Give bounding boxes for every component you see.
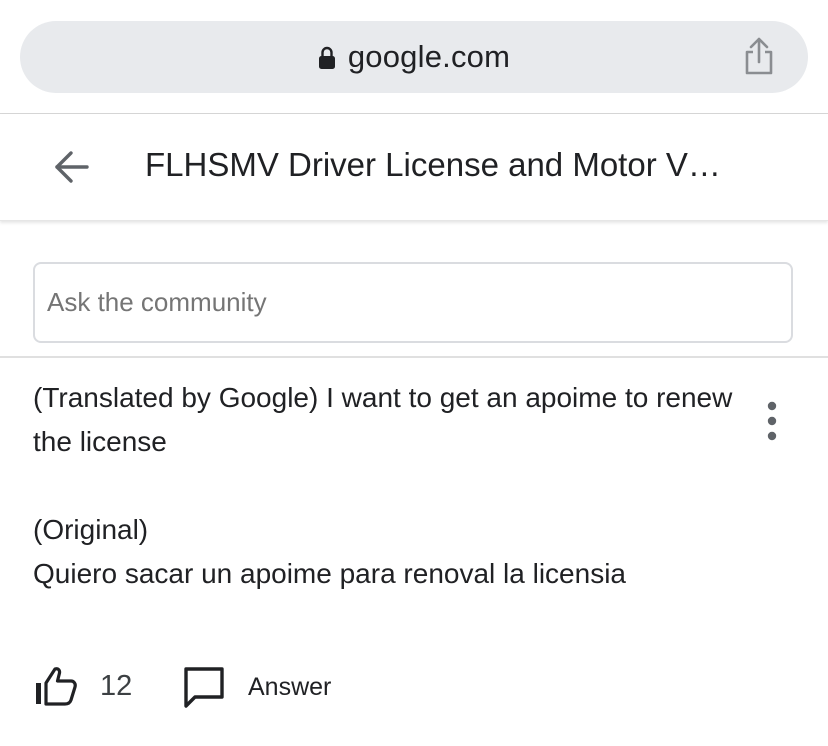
ask-community-input[interactable]: [33, 262, 793, 343]
answer-button[interactable]: Answer: [248, 673, 331, 702]
like-count: 12: [100, 670, 133, 702]
translated-text: (Translated by Google) I want to get an …: [33, 382, 733, 457]
share-icon[interactable]: [742, 36, 776, 76]
thumb-up-icon[interactable]: [34, 666, 78, 706]
more-vert-icon[interactable]: [758, 400, 786, 442]
section-divider: [0, 356, 828, 358]
question-post: (Translated by Google) I want to get an …: [33, 376, 733, 596]
original-text: Quiero sacar un apoime para renoval la l…: [33, 558, 626, 589]
arrow-left-icon[interactable]: [52, 149, 90, 185]
page-header: FLHSMV Driver License and Motor V…: [0, 114, 828, 221]
comment-icon[interactable]: [183, 666, 225, 708]
original-label: (Original): [33, 514, 149, 545]
browser-toolbar: google.com: [0, 0, 828, 114]
url-text: google.com: [347, 39, 511, 74]
lock-icon: [318, 46, 335, 69]
address-bar[interactable]: google.com: [20, 21, 808, 93]
address-bar-content: google.com: [20, 21, 808, 93]
page-title: FLHSMV Driver License and Motor V…: [145, 146, 721, 183]
